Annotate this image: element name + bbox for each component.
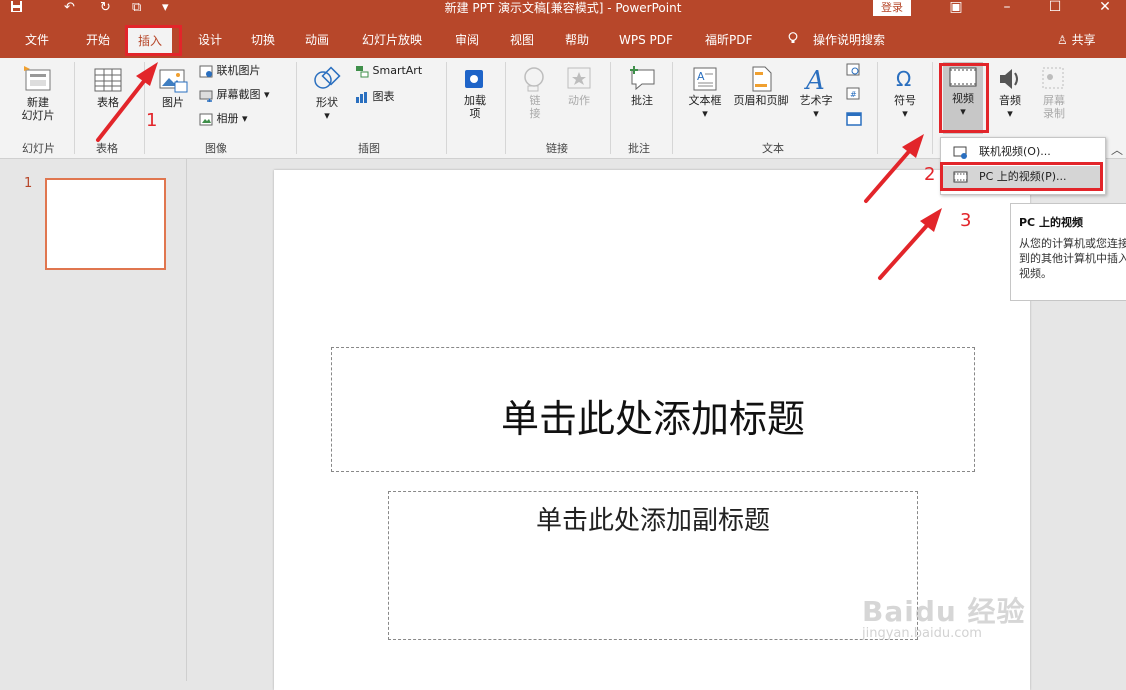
annotation-number-1: 1 (146, 110, 158, 131)
watermark-brand: Baidu 经验 (862, 595, 1026, 628)
annotation-number-2: 2 (924, 164, 936, 185)
baidu-watermark: Baidu 经验 jingyan.baidu.com (862, 560, 1082, 660)
watermark-url: jingyan.baidu.com (862, 626, 982, 641)
annotation-number-3: 3 (960, 210, 972, 231)
